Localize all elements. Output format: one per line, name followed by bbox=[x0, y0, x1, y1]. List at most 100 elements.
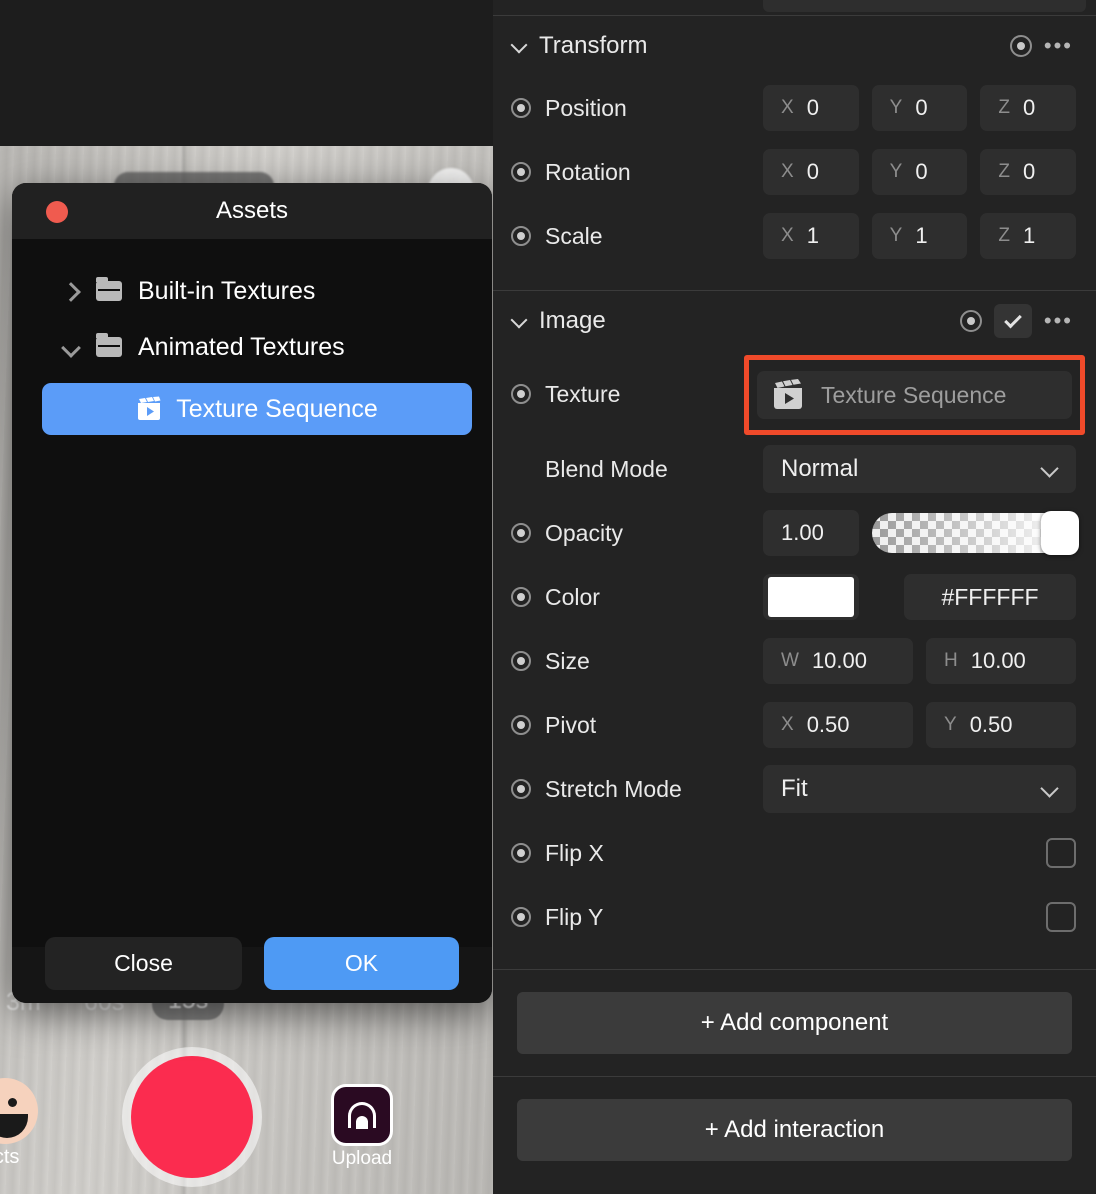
input-value: 0 bbox=[915, 159, 928, 184]
enable-component-toggle[interactable] bbox=[993, 304, 1032, 338]
input-value: 0.50 bbox=[969, 712, 1013, 737]
record-button[interactable] bbox=[131, 1056, 253, 1178]
keyframe-bullet-icon[interactable] bbox=[511, 715, 531, 735]
input-value: 10.00 bbox=[970, 648, 1026, 673]
property-row-flip-y: Flip Y bbox=[493, 885, 1096, 949]
keyframe-bullet-icon[interactable] bbox=[511, 162, 531, 182]
axis-label: Y bbox=[944, 714, 957, 735]
close-button[interactable]: Close bbox=[45, 937, 242, 990]
color-swatch-button[interactable] bbox=[763, 574, 859, 620]
axis-label: Z bbox=[998, 97, 1010, 118]
property-label: Position bbox=[545, 94, 627, 121]
pivot-y-input[interactable]: Y 0.50 bbox=[926, 702, 1076, 748]
texture-value: Texture Sequence bbox=[821, 381, 1007, 408]
close-icon[interactable] bbox=[46, 201, 68, 223]
more-options-icon[interactable]: ••• bbox=[1044, 308, 1073, 334]
scale-z-input[interactable]: Z 1 bbox=[980, 213, 1077, 259]
keyframe-bullet-icon[interactable] bbox=[511, 651, 531, 671]
position-z-input[interactable]: Z 0 bbox=[980, 85, 1077, 131]
axis-label: Z bbox=[998, 225, 1010, 246]
rotation-y-input[interactable]: Y 0 bbox=[871, 149, 968, 195]
eye-icon bbox=[8, 1098, 17, 1107]
rotation-x-input[interactable]: X 0 bbox=[763, 149, 859, 195]
size-height-input[interactable]: H 10.00 bbox=[926, 638, 1076, 684]
opacity-input[interactable]: 1.00 bbox=[763, 510, 859, 556]
position-x-input[interactable]: X 0 bbox=[763, 85, 859, 131]
section-title: Transform bbox=[539, 32, 648, 59]
stretch-mode-select[interactable]: Fit bbox=[763, 765, 1076, 813]
property-label: Texture bbox=[545, 380, 621, 407]
tree-item-built-in-textures[interactable]: Built-in Textures bbox=[12, 263, 492, 319]
chevron-down-icon[interactable] bbox=[62, 338, 80, 356]
keyframe-record-icon[interactable] bbox=[959, 310, 982, 332]
chevron-down-icon[interactable] bbox=[511, 38, 527, 54]
property-label: Opacity bbox=[545, 519, 623, 546]
keyframe-bullet-icon[interactable] bbox=[511, 843, 531, 863]
input-value: 0 bbox=[1022, 95, 1036, 120]
section-header-image[interactable]: Image ••• bbox=[493, 291, 1096, 351]
app-root: 3m 60s 15s ffects Upload Assets bbox=[0, 0, 1096, 1194]
flip-x-checkbox[interactable] bbox=[1046, 838, 1076, 868]
texture-input[interactable]: Texture Sequence bbox=[757, 371, 1072, 419]
position-y-input[interactable]: Y 0 bbox=[871, 85, 968, 131]
keyframe-bullet-icon[interactable] bbox=[511, 779, 531, 799]
keyframe-bullet-icon[interactable] bbox=[511, 98, 531, 118]
check-icon bbox=[1004, 310, 1022, 328]
axis-label: X bbox=[781, 714, 794, 735]
axis-label: Y bbox=[889, 161, 903, 182]
property-label: Rotation bbox=[545, 158, 631, 185]
keyframe-bullet-icon[interactable] bbox=[511, 587, 531, 607]
opacity-slider[interactable] bbox=[872, 511, 1079, 555]
property-row-flip-x: Flip X bbox=[493, 821, 1096, 885]
folder-icon bbox=[96, 277, 122, 301]
opacity-slider-handle[interactable] bbox=[1041, 511, 1079, 555]
keyframe-bullet-icon[interactable] bbox=[511, 523, 531, 543]
asset-item-texture-sequence[interactable]: Texture Sequence bbox=[42, 383, 472, 435]
upload-label: Upload bbox=[331, 1148, 393, 1169]
input-value: 0 bbox=[806, 95, 819, 120]
ok-button[interactable]: OK bbox=[263, 937, 459, 990]
clipped-input-field[interactable] bbox=[763, 0, 1086, 12]
tree-item-animated-textures[interactable]: Animated Textures bbox=[12, 319, 492, 375]
input-value: 0 bbox=[806, 159, 819, 184]
color-swatch bbox=[768, 577, 854, 617]
property-label: Color bbox=[545, 583, 600, 610]
property-row-scale: Scale X 1 Y 1 Z 1 bbox=[493, 204, 1096, 268]
axis-label: Y bbox=[889, 225, 903, 246]
input-value: 10.00 bbox=[811, 648, 867, 673]
upload-button[interactable] bbox=[331, 1084, 393, 1146]
property-row-texture: Texture Texture Sequence bbox=[493, 351, 1096, 437]
keyframe-bullet-icon[interactable] bbox=[511, 226, 531, 246]
arch-glyph-icon bbox=[348, 1102, 376, 1129]
folder-icon bbox=[96, 333, 122, 357]
assets-dialog-footer: Close OK bbox=[12, 937, 492, 1003]
keyframe-bullet-icon[interactable] bbox=[511, 907, 531, 927]
effects-button[interactable] bbox=[0, 1078, 38, 1144]
section-header-transform[interactable]: Transform ••• bbox=[493, 16, 1096, 76]
blend-mode-select[interactable]: Normal bbox=[763, 445, 1076, 493]
property-label: Size bbox=[545, 647, 590, 674]
flip-y-checkbox[interactable] bbox=[1046, 902, 1076, 932]
keyframe-record-icon[interactable] bbox=[1009, 35, 1032, 57]
keyframe-bullet-icon[interactable] bbox=[511, 384, 531, 404]
property-row-rotation: Rotation X 0 Y 0 Z 0 bbox=[493, 140, 1096, 204]
input-value: 0 bbox=[1022, 159, 1036, 184]
input-value: 1.00 bbox=[781, 520, 824, 545]
select-value: Normal bbox=[781, 455, 859, 482]
add-component-button[interactable]: + Add component bbox=[517, 992, 1072, 1054]
rotation-z-input[interactable]: Z 0 bbox=[980, 149, 1077, 195]
axis-label: X bbox=[781, 225, 794, 246]
color-hex-input[interactable]: #FFFFFF bbox=[904, 574, 1076, 620]
tree-item-label: Animated Textures bbox=[138, 332, 345, 361]
chevron-right-icon[interactable] bbox=[62, 282, 80, 300]
more-options-icon[interactable]: ••• bbox=[1044, 33, 1073, 59]
add-interaction-button[interactable]: + Add interaction bbox=[517, 1099, 1072, 1161]
inspector-clipped-top bbox=[493, 0, 1096, 15]
pivot-x-input[interactable]: X 0.50 bbox=[763, 702, 913, 748]
size-width-input[interactable]: W 10.00 bbox=[763, 638, 913, 684]
chevron-down-icon[interactable] bbox=[511, 313, 527, 329]
axis-label: X bbox=[781, 161, 794, 182]
scale-x-input[interactable]: X 1 bbox=[763, 213, 859, 259]
axis-label: Y bbox=[889, 97, 903, 118]
scale-y-input[interactable]: Y 1 bbox=[871, 213, 968, 259]
